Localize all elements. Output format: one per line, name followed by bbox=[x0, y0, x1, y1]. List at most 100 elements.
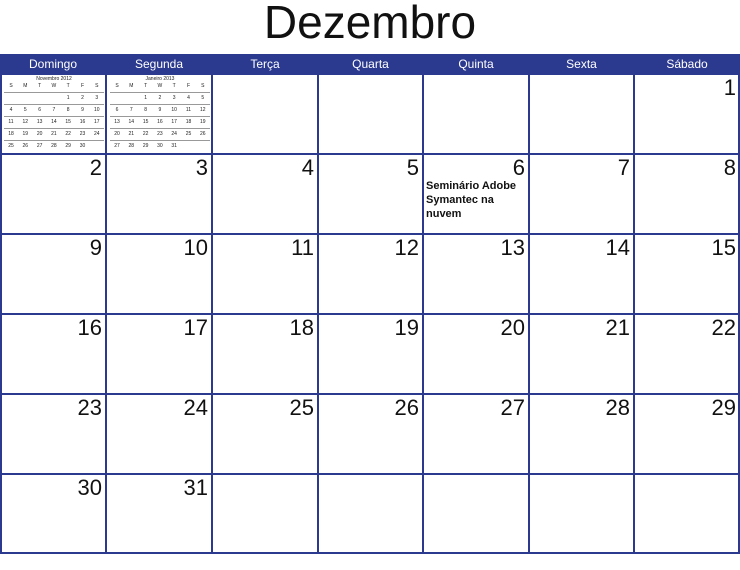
day-number: 25 bbox=[289, 395, 314, 420]
day-cell[interactable]: 16 bbox=[0, 314, 106, 394]
mini-day: 2 bbox=[81, 95, 84, 101]
grid-divider bbox=[0, 393, 740, 395]
day-number: 12 bbox=[394, 235, 419, 260]
month-grid: Domingo Segunda Terça Quarta Quinta Sexta Sába… bbox=[0, 54, 740, 554]
day-number: 11 bbox=[291, 235, 314, 260]
mini-day: 2 bbox=[158, 95, 162, 101]
day-cell[interactable]: 31 bbox=[106, 474, 212, 554]
day-number: 26 bbox=[394, 395, 419, 420]
day-cell[interactable]: 19 bbox=[318, 314, 423, 394]
day-cell[interactable]: 24 bbox=[106, 394, 212, 474]
day-cell[interactable]: 3 bbox=[106, 154, 212, 234]
mini-day: 24 bbox=[94, 131, 100, 137]
mini-day: 22 bbox=[65, 131, 71, 137]
mini-day: 13 bbox=[36, 119, 43, 125]
mini-day: 7 bbox=[52, 107, 56, 113]
mini-day: 30 bbox=[79, 143, 86, 149]
day-cell[interactable]: 18 bbox=[212, 314, 318, 394]
day-cell bbox=[529, 74, 634, 154]
grid-divider bbox=[0, 153, 740, 155]
day-number: 31 bbox=[183, 475, 208, 500]
day-cell[interactable]: 4 bbox=[212, 154, 318, 234]
mini-day: 16 bbox=[157, 119, 163, 125]
day-number: 14 bbox=[605, 235, 630, 260]
mini-weekday-initial: S bbox=[201, 83, 205, 89]
day-cell[interactable]: 11 bbox=[212, 234, 318, 314]
grid-divider bbox=[0, 73, 740, 75]
mini-weekday-initial: M bbox=[129, 83, 134, 89]
mini-row-divider bbox=[4, 92, 104, 93]
mini-day: 6 bbox=[115, 107, 119, 113]
day-cell[interactable]: 13 bbox=[423, 234, 529, 314]
mini-day: 29 bbox=[65, 143, 71, 149]
mini-weekday-initial: W bbox=[51, 83, 57, 89]
mini-day: 26 bbox=[22, 143, 29, 149]
mini-row-divider bbox=[110, 140, 210, 141]
mini-day: 18 bbox=[8, 131, 14, 137]
day-cell bbox=[423, 474, 529, 554]
weekday-segunda: Segunda bbox=[134, 57, 184, 71]
weekday-terca: Terça bbox=[250, 57, 280, 71]
day-cell[interactable]: 27 bbox=[423, 394, 529, 474]
mini-day: 12 bbox=[22, 119, 29, 125]
day-cell[interactable]: 14 bbox=[529, 234, 634, 314]
day-cell[interactable]: 21 bbox=[529, 314, 634, 394]
day-cell[interactable]: 1 bbox=[634, 74, 740, 154]
day-cell bbox=[212, 74, 318, 154]
day-number: 17 bbox=[183, 315, 208, 340]
mini-day: 21 bbox=[51, 131, 57, 137]
day-cell[interactable]: 25 bbox=[212, 394, 318, 474]
mini-day: 27 bbox=[114, 143, 120, 149]
day-number: 22 bbox=[711, 315, 736, 340]
day-cell[interactable]: 5 bbox=[318, 154, 423, 234]
day-cell[interactable]: 15 bbox=[634, 234, 740, 314]
weekday-quarta: Quarta bbox=[352, 57, 389, 71]
mini-day: 28 bbox=[128, 143, 135, 149]
day-cell[interactable]: 22 bbox=[634, 314, 740, 394]
mini-weekday-initial: T bbox=[66, 83, 70, 89]
mini-day: 25 bbox=[185, 131, 192, 137]
mini-weekday-initial: T bbox=[172, 83, 176, 89]
mini-row-divider bbox=[4, 104, 104, 105]
day-cell[interactable]: 12 bbox=[318, 234, 423, 314]
mini-day: 5 bbox=[201, 95, 205, 101]
mini-day: 10 bbox=[171, 107, 177, 113]
mini-day: 5 bbox=[23, 107, 27, 113]
day-cell[interactable]: 9 bbox=[0, 234, 106, 314]
day-number: 27 bbox=[500, 395, 525, 420]
mini-row-divider bbox=[110, 128, 210, 129]
day-cell[interactable]: 30 bbox=[0, 474, 106, 554]
day-cell bbox=[318, 474, 423, 554]
day-cell[interactable]: 17 bbox=[106, 314, 212, 394]
day-cell[interactable]: 20 bbox=[423, 314, 529, 394]
mini-day: 10 bbox=[94, 107, 100, 113]
day-number: 5 bbox=[406, 155, 419, 180]
day-cell[interactable]: 6 Seminário Adobe Symantec na nuvem bbox=[423, 154, 529, 234]
mini-day: 20 bbox=[36, 131, 43, 137]
mini-day: 26 bbox=[200, 131, 206, 137]
mini-day: 18 bbox=[185, 119, 192, 125]
mini-day: 7 bbox=[129, 107, 133, 113]
day-cell[interactable]: 29 bbox=[634, 394, 740, 474]
day-cell[interactable]: 26 bbox=[318, 394, 423, 474]
day-cell[interactable]: 23 bbox=[0, 394, 106, 474]
grid-divider bbox=[0, 313, 740, 315]
mini-day: 11 bbox=[8, 119, 14, 125]
day-number: 15 bbox=[711, 235, 736, 260]
mini-row-divider bbox=[4, 128, 104, 129]
calendar-page: Dezembro Domingo Segunda Terça Quarta Quinta… bbox=[0, 0, 740, 570]
mini-weekday-initial: W bbox=[157, 83, 163, 89]
day-cell[interactable]: 2 bbox=[0, 154, 106, 234]
day-number: 9 bbox=[89, 235, 102, 260]
mini-weekday-initial: S bbox=[115, 83, 119, 89]
day-number: 2 bbox=[89, 155, 102, 180]
mini-day: 1 bbox=[144, 95, 147, 101]
day-cell bbox=[529, 474, 634, 554]
day-cell[interactable]: 28 bbox=[529, 394, 634, 474]
mini-day: 13 bbox=[114, 119, 120, 125]
calendar-event[interactable]: Seminário Adobe Symantec na nuvem bbox=[426, 179, 526, 221]
day-cell[interactable]: 8 bbox=[634, 154, 740, 234]
day-cell[interactable]: 10 bbox=[106, 234, 212, 314]
mini-day: 4 bbox=[9, 107, 13, 113]
day-cell[interactable]: 7 bbox=[529, 154, 634, 234]
